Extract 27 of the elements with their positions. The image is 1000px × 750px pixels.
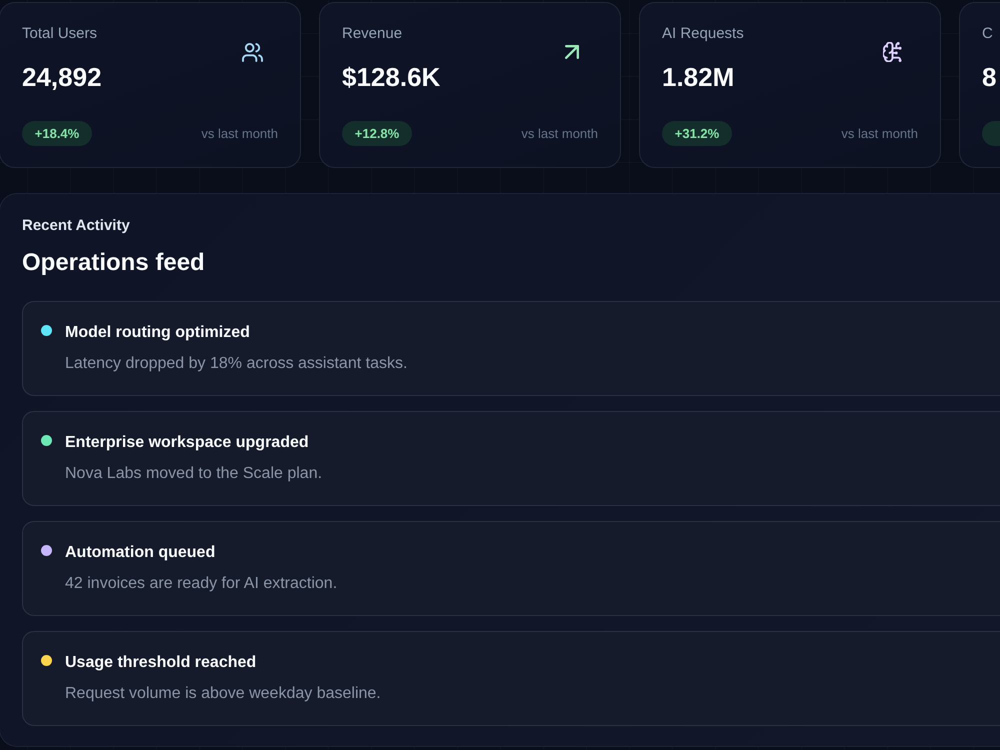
- activity-title: Automation queued: [65, 543, 216, 563]
- activity-description: Nova Labs moved to the Scale plan.: [65, 464, 322, 484]
- comparison-note: vs last month: [521, 124, 598, 142]
- users-icon: [242, 42, 262, 62]
- arrow-up-right-icon: [565, 45, 579, 59]
- stat-value: $128.6K: [342, 61, 440, 93]
- section-title: Operations feed: [22, 248, 205, 278]
- stat-value: 1.82M: [662, 61, 734, 93]
- brain-icon: [882, 42, 902, 62]
- activity-description: Request volume is above weekday baseline.: [65, 684, 381, 704]
- comparison-note: vs last month: [201, 124, 278, 142]
- activity-description: 42 invoices are ready for AI extraction.: [65, 574, 338, 594]
- activity-title: Enterprise workspace upgraded: [65, 433, 309, 453]
- comparison-note: vs last month: [841, 124, 918, 142]
- stat-label: C: [982, 24, 993, 44]
- activity-title: Model routing optimized: [65, 323, 250, 343]
- stat-label: Total Users: [22, 24, 98, 44]
- change-badge: +12.8%: [342, 121, 412, 146]
- stat-label: AI Requests: [662, 24, 744, 44]
- stat-value: 24,892: [22, 61, 102, 93]
- section-eyebrow: Recent Activity: [22, 216, 130, 236]
- activity-description: Latency dropped by 18% across assistant tasks.: [65, 354, 408, 374]
- stat-label: Revenue: [342, 24, 402, 44]
- stat-value: 8: [982, 61, 996, 93]
- change-badge: +18.4%: [22, 121, 92, 146]
- change-badge: +31.2%: [662, 121, 732, 146]
- activity-title: Usage threshold reached: [65, 653, 256, 673]
